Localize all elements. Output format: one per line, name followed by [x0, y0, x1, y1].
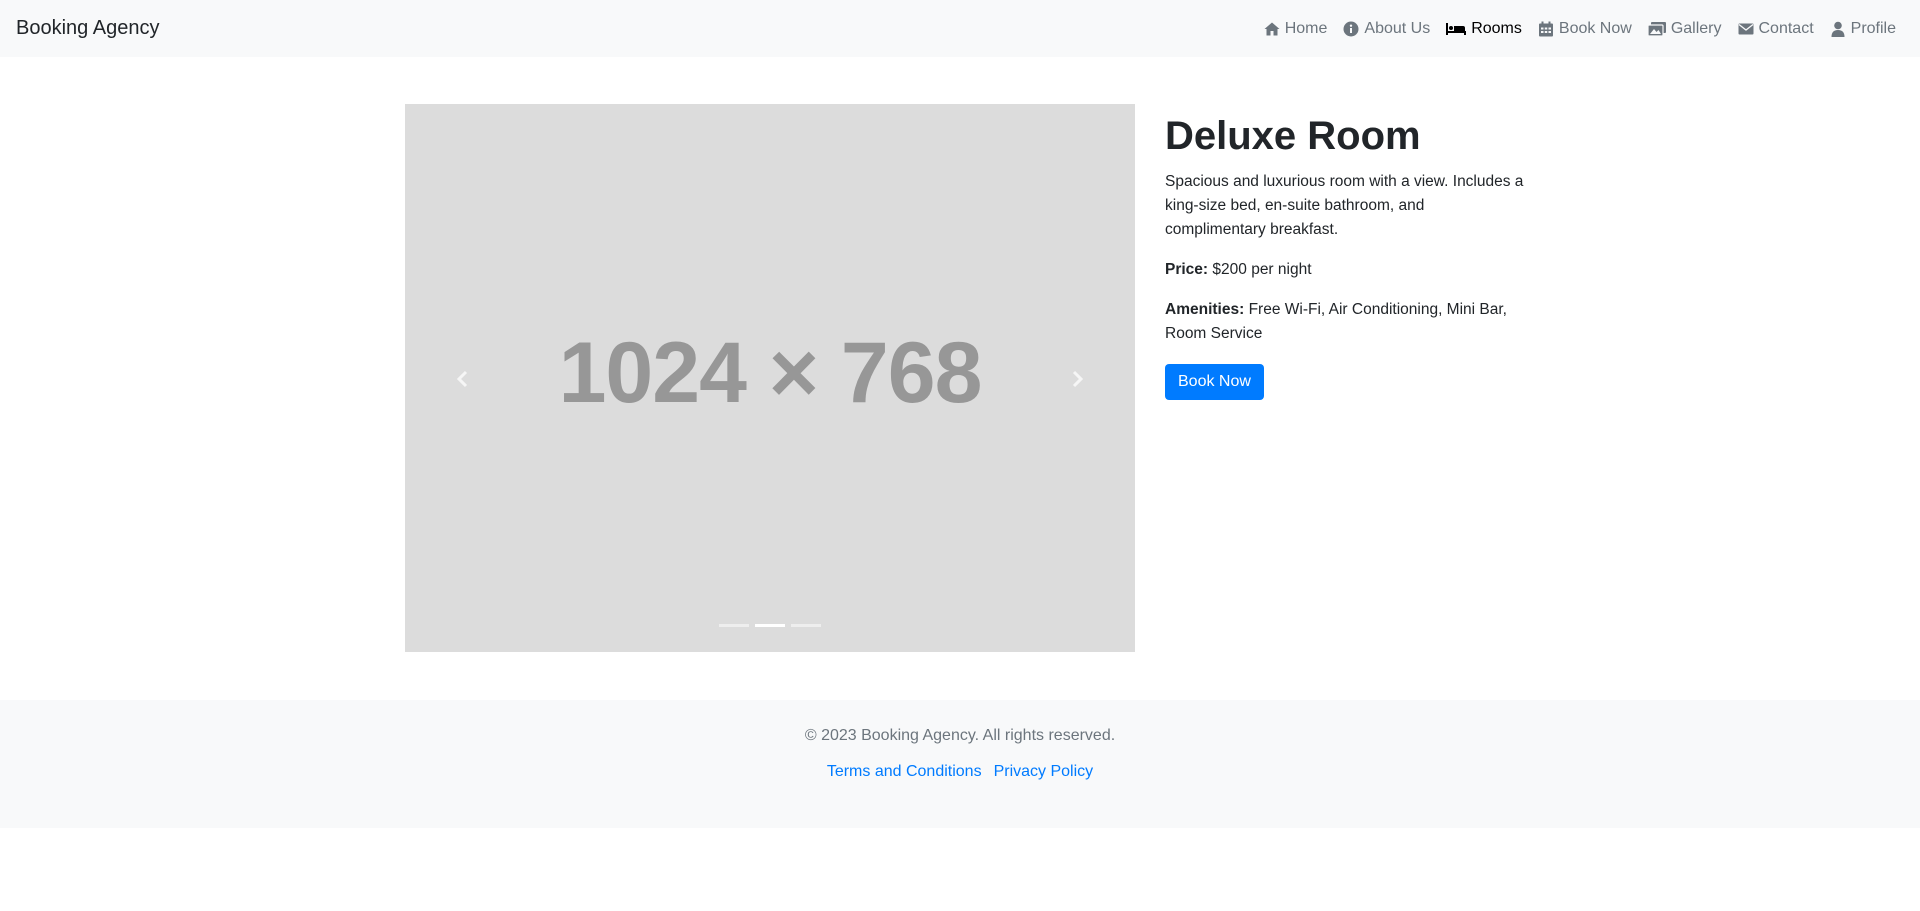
nav-item-rooms[interactable]: Rooms [1438, 20, 1530, 38]
nav-menu: Home About Us Rooms Book Now Gallery Con… [1256, 20, 1904, 38]
nav-item-home[interactable]: Home [1256, 20, 1336, 38]
room-description: Spacious and luxurious room with a view.… [1165, 173, 1524, 238]
amenities-label: Amenities: [1165, 301, 1245, 318]
main-content: 1024 × 768 Deluxe Room Spacious and luxu… [0, 57, 1920, 700]
carousel-indicator-2[interactable] [755, 624, 785, 627]
nav-item-label: Profile [1850, 19, 1896, 37]
nav-item-profile[interactable]: Profile [1822, 20, 1904, 38]
home-icon [1264, 22, 1280, 35]
nav-item-label: Gallery [1670, 19, 1722, 37]
carousel-prev-button[interactable] [448, 364, 478, 394]
price-label: Price: [1165, 261, 1209, 278]
carousel-indicators [405, 624, 1135, 627]
nav-item-label: About Us [1364, 19, 1431, 37]
room-title: Deluxe Room [1165, 114, 1421, 158]
nav-item-about-us[interactable]: About Us [1335, 20, 1438, 38]
nav-item-gallery[interactable]: Gallery [1640, 20, 1730, 38]
carousel-next-button[interactable] [1062, 364, 1092, 394]
room-amenities: Amenities: Free Wi-Fi, Air Conditioning,… [1165, 298, 1525, 346]
chevron-left-icon [456, 370, 468, 388]
price-value: $200 per night [1212, 261, 1312, 278]
user-icon [1831, 21, 1845, 37]
navbar: Booking Agency Home About Us Rooms Book … [0, 0, 1920, 57]
brand-logo[interactable]: Booking Agency [16, 17, 159, 40]
privacy-link[interactable]: Privacy Policy [994, 763, 1094, 781]
room-details: Deluxe Room Spacious and luxurious room … [1165, 104, 1525, 400]
envelope-icon [1738, 23, 1753, 34]
chevron-right-icon [1072, 370, 1084, 388]
footer-links: Terms and Conditions Privacy Policy [0, 763, 1920, 781]
copyright-text: © 2023 Booking Agency. All rights reserv… [804, 727, 1116, 744]
terms-link[interactable]: Terms and Conditions [827, 763, 982, 781]
bed-icon [1446, 22, 1467, 35]
image-placeholder: 1024 × 768 [558, 325, 983, 421]
nav-item-contact[interactable]: Contact [1730, 20, 1822, 38]
room-carousel[interactable]: 1024 × 768 [405, 104, 1135, 652]
nav-item-label: Book Now [1558, 19, 1632, 37]
footer: © 2023 Booking Agency. All rights reserv… [0, 700, 1920, 828]
nav-item-label: Rooms [1471, 19, 1522, 37]
images-icon [1647, 21, 1666, 37]
calendar-icon [1538, 21, 1553, 36]
room-price: Price: $200 per night [1165, 258, 1525, 282]
carousel-indicator-1[interactable] [719, 624, 749, 627]
carousel-indicator-3[interactable] [791, 624, 821, 627]
nav-item-label: Home [1284, 19, 1328, 37]
nav-item-book-now[interactable]: Book Now [1530, 20, 1640, 38]
book-now-button[interactable]: Book Now [1165, 364, 1264, 400]
info-icon [1343, 21, 1359, 36]
nav-item-label: Contact [1758, 19, 1814, 37]
